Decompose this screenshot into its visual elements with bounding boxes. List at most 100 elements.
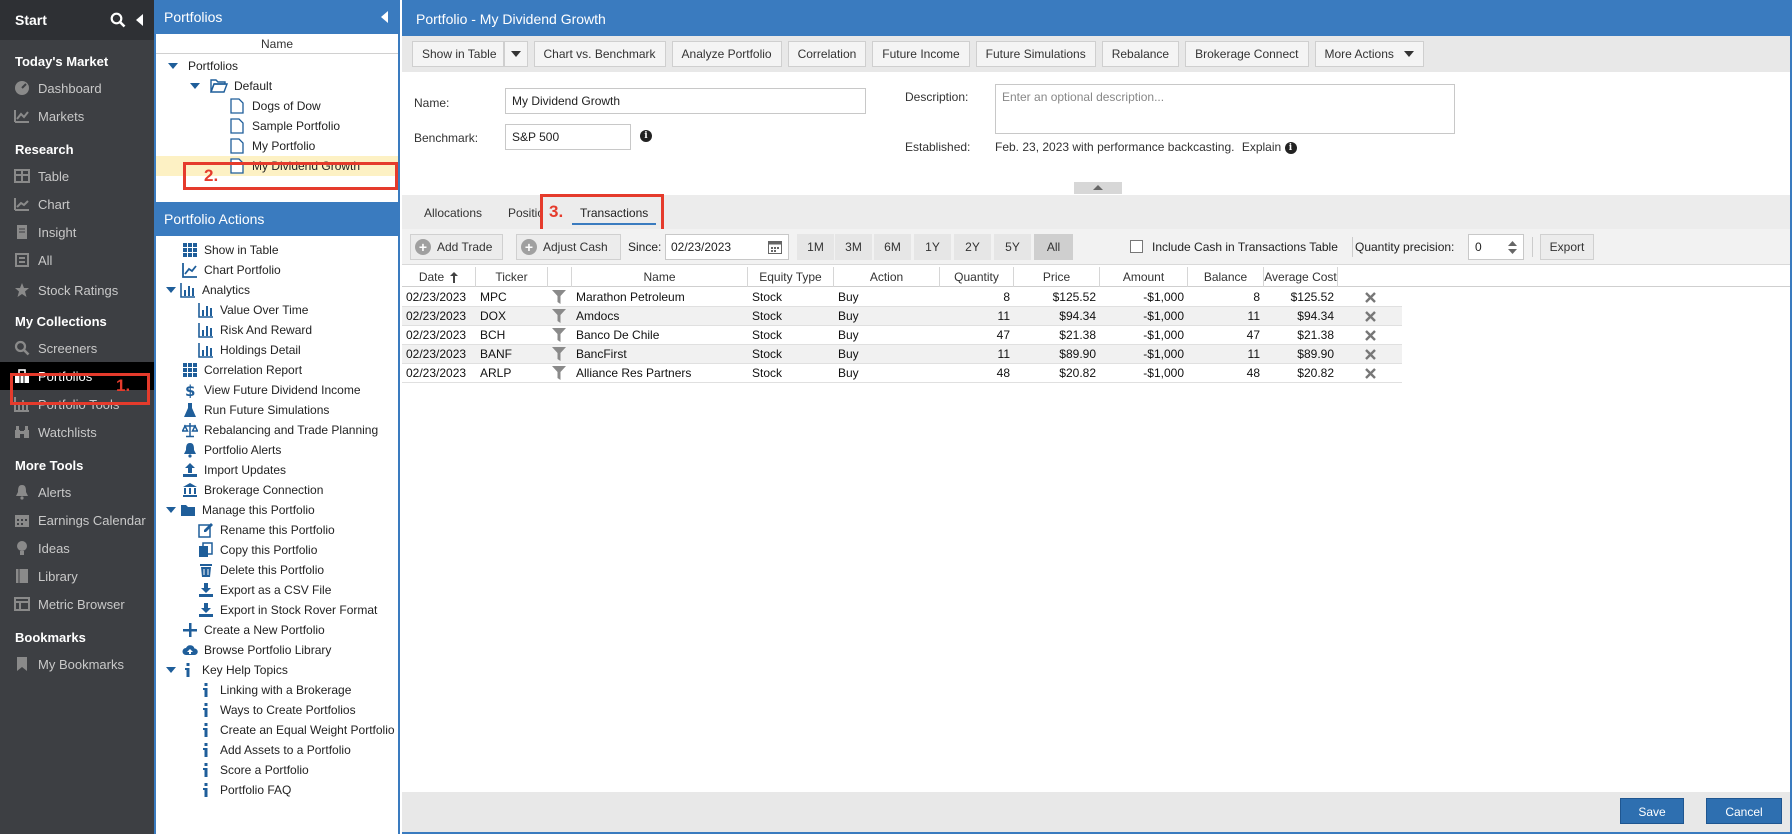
filter-icon[interactable]: [552, 290, 566, 305]
tree-item-sample-portfolio[interactable]: Sample Portfolio: [156, 116, 398, 136]
action-key-help-topics[interactable]: Key Help Topics: [156, 660, 398, 680]
include-cash-checkbox[interactable]: [1130, 240, 1143, 253]
show-in-table-button[interactable]: Show in Table: [412, 41, 504, 67]
benchmark-input[interactable]: S&P 500: [505, 124, 631, 150]
adjust-cash-button[interactable]: + Adjust Cash: [516, 234, 621, 260]
tree-item-dogs-of-dow[interactable]: Dogs of Dow: [156, 96, 398, 116]
expand-icon[interactable]: [166, 667, 176, 673]
nav-chart[interactable]: Chart: [0, 190, 154, 218]
collapse-panel-icon[interactable]: [381, 11, 388, 23]
action-export-csv[interactable]: Export as a CSV File: [156, 580, 398, 600]
future-simulations-button[interactable]: Future Simulations: [975, 41, 1096, 67]
delete-row-icon[interactable]: [1365, 311, 1376, 323]
expand-icon[interactable]: [166, 287, 176, 293]
action-browse-library[interactable]: Browse Portfolio Library: [156, 640, 398, 660]
action-linking[interactable]: Linking with a Brokerage: [156, 680, 398, 700]
save-button[interactable]: Save: [1620, 798, 1684, 824]
show-in-table-dropdown[interactable]: [503, 41, 528, 67]
start-link[interactable]: Start: [15, 12, 110, 28]
range-6m[interactable]: 6M: [874, 234, 912, 260]
action-equal-weight[interactable]: Create an Equal Weight Portfolio: [156, 720, 398, 740]
column-header-equity-type[interactable]: Equity Type: [748, 267, 834, 287]
column-header-name[interactable]: Name: [572, 267, 748, 287]
chart-vs-benchmark-button[interactable]: Chart vs. Benchmark: [533, 41, 666, 67]
nav-stock-ratings[interactable]: Stock Ratings: [0, 276, 154, 304]
description-input[interactable]: Enter an optional description...: [995, 84, 1455, 134]
column-header-quantity[interactable]: Quantity: [940, 267, 1014, 287]
delete-row-icon[interactable]: [1365, 349, 1376, 361]
action-holdings-detail[interactable]: Holdings Detail: [156, 340, 398, 360]
tree-root[interactable]: Portfolios: [156, 56, 398, 76]
column-header-amount[interactable]: Amount: [1100, 267, 1188, 287]
action-chart-portfolio[interactable]: Chart Portfolio: [156, 260, 398, 280]
nav-table[interactable]: Table: [0, 162, 154, 190]
delete-row-icon[interactable]: [1365, 292, 1376, 304]
filter-icon[interactable]: [552, 366, 566, 381]
action-score[interactable]: Score a Portfolio: [156, 760, 398, 780]
collapse-nav-icon[interactable]: [136, 14, 144, 26]
nav-watchlists[interactable]: Watchlists: [0, 418, 154, 446]
table-row[interactable]: 02/23/2023 BANF BancFirst Stock Buy 11 $89.90 -…: [402, 345, 1402, 364]
tab-positions[interactable]: Positions: [508, 195, 542, 229]
nav-metric-browser[interactable]: Metric Browser: [0, 590, 154, 618]
action-copy[interactable]: Copy this Portfolio: [156, 540, 398, 560]
brokerage-connect-button[interactable]: Brokerage Connect: [1185, 41, 1309, 67]
cancel-button[interactable]: Cancel: [1706, 798, 1782, 824]
panel-splitter[interactable]: [1074, 182, 1122, 194]
nav-all[interactable]: All: [0, 246, 154, 274]
nav-markets[interactable]: Markets: [0, 102, 154, 130]
table-row[interactable]: 02/23/2023 DOX Amdocs Stock Buy 11 $94.34 -$1,0…: [402, 307, 1402, 326]
since-date-input[interactable]: 02/23/2023: [665, 234, 789, 260]
action-delete[interactable]: Delete this Portfolio: [156, 560, 398, 580]
table-row[interactable]: 02/23/2023 BCH Banco De Chile Stock Buy 47 $21…: [402, 326, 1402, 345]
range-3m[interactable]: 3M: [835, 234, 873, 260]
nav-alerts[interactable]: Alerts: [0, 478, 154, 506]
nav-earnings-calendar[interactable]: Earnings Calendar: [0, 506, 154, 534]
action-add-assets[interactable]: Add Assets to a Portfolio: [156, 740, 398, 760]
info-icon[interactable]: i: [1284, 141, 1297, 154]
tab-transactions[interactable]: Transactions: [571, 195, 657, 229]
action-brokerage-connection[interactable]: Brokerage Connection: [156, 480, 398, 500]
nav-screeners[interactable]: Screeners: [0, 334, 154, 362]
info-icon[interactable]: i: [640, 130, 652, 142]
tree-column-header[interactable]: Name: [156, 34, 398, 54]
action-rebalancing[interactable]: Rebalancing and Trade Planning: [156, 420, 398, 440]
action-create-new[interactable]: Create a New Portfolio: [156, 620, 398, 640]
column-header-filter[interactable]: [548, 267, 572, 287]
tree-item-my-dividend-growth[interactable]: My Dividend Growth: [156, 156, 398, 176]
table-row[interactable]: 02/23/2023 MPC Marathon Petroleum Stock Buy 8…: [402, 288, 1402, 307]
action-rename[interactable]: Rename this Portfolio: [156, 520, 398, 540]
range-all[interactable]: All: [1034, 234, 1074, 260]
action-import-updates[interactable]: Import Updates: [156, 460, 398, 480]
future-income-button[interactable]: Future Income: [872, 41, 970, 67]
quantity-precision-stepper[interactable]: 0: [1468, 234, 1524, 260]
filter-icon[interactable]: [552, 328, 566, 343]
delete-row-icon[interactable]: [1365, 330, 1376, 342]
export-button[interactable]: Export: [1540, 234, 1594, 260]
sort-ascending-icon[interactable]: [450, 272, 459, 284]
search-icon[interactable]: [110, 12, 126, 28]
action-risk-and-reward[interactable]: Risk And Reward: [156, 320, 398, 340]
action-ways-to-create[interactable]: Ways to Create Portfolios: [156, 700, 398, 720]
range-5y[interactable]: 5Y: [994, 234, 1032, 260]
action-correlation-report[interactable]: Correlation Report: [156, 360, 398, 380]
nav-my-bookmarks[interactable]: My Bookmarks: [0, 650, 154, 678]
action-analytics[interactable]: Analytics: [156, 280, 398, 300]
more-actions-button[interactable]: More Actions: [1314, 41, 1424, 67]
nav-library[interactable]: Library: [0, 562, 154, 590]
range-1m[interactable]: 1M: [797, 234, 835, 260]
action-value-over-time[interactable]: Value Over Time: [156, 300, 398, 320]
action-faq[interactable]: Portfolio FAQ: [156, 780, 398, 800]
stepper-arrows-icon[interactable]: [1508, 241, 1517, 254]
expand-icon[interactable]: [168, 63, 178, 69]
action-show-in-table[interactable]: Show in Table: [156, 240, 398, 260]
correlation-button[interactable]: Correlation: [787, 41, 867, 67]
action-run-future-simulations[interactable]: Run Future Simulations: [156, 400, 398, 420]
add-trade-button[interactable]: + Add Trade: [410, 234, 503, 260]
filter-icon[interactable]: [552, 309, 566, 324]
range-1y[interactable]: 1Y: [914, 234, 952, 260]
tree-item-my-portfolio[interactable]: My Portfolio: [156, 136, 398, 156]
expand-icon[interactable]: [166, 507, 176, 513]
column-header-ticker[interactable]: Ticker: [476, 267, 548, 287]
column-header-price[interactable]: Price: [1014, 267, 1100, 287]
